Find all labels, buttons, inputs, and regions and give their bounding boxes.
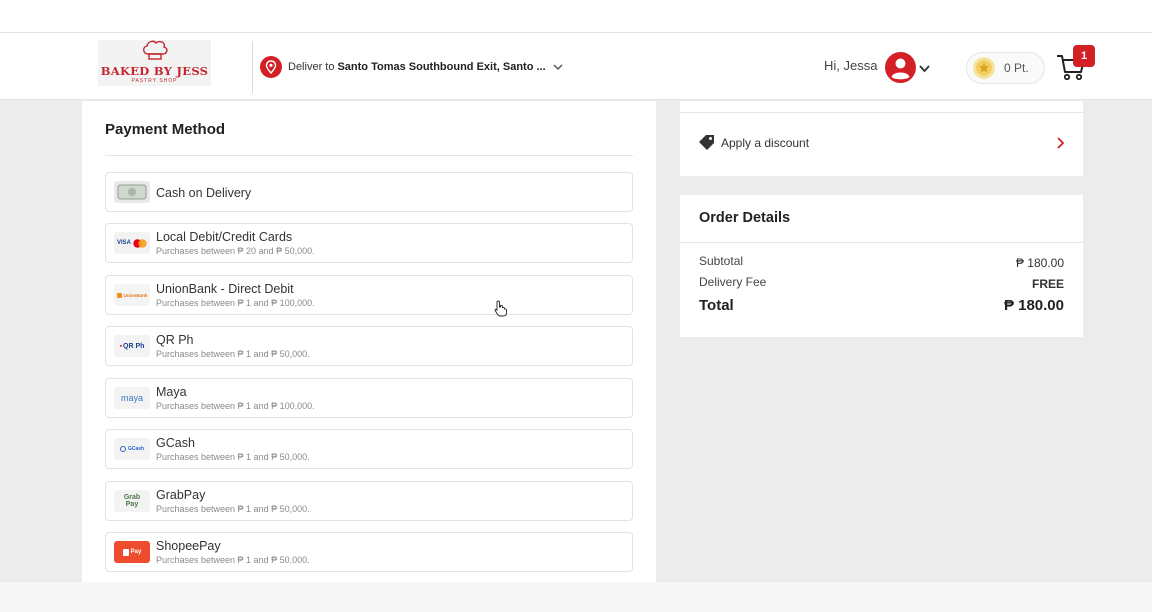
payment-option-limits: Purchases between ₱ 1 and ₱ 50,000. — [156, 349, 310, 359]
maya-logo: maya — [114, 387, 150, 409]
payment-option-limits: Purchases between ₱ 1 and ₱ 100,000. — [156, 298, 315, 308]
points-value: 0 Pt. — [1004, 61, 1029, 75]
site-header: BAKED BY JESS PASTRY SHOP Deliver to San… — [0, 33, 1152, 100]
hand-cursor-icon — [494, 300, 507, 317]
chef-hat-icon — [143, 40, 168, 60]
discount-divider — [680, 112, 1083, 113]
cart-count-badge: 1 — [1073, 45, 1095, 67]
logo-title: BAKED BY JESS — [100, 64, 209, 78]
qr-ph-logo-text: QR Ph — [123, 342, 145, 350]
deliver-prefix: Deliver to — [288, 61, 335, 73]
payment-option-name: Maya — [156, 385, 187, 399]
payment-option-gcash[interactable]: GCash GCash Purchases between ₱ 1 and ₱ … — [105, 429, 633, 469]
payment-option-grabpay[interactable]: Grab Pay GrabPay Purchases between ₱ 1 a… — [105, 481, 633, 521]
payment-option-limits: Purchases between ₱ 1 and ₱ 100,000. — [156, 401, 315, 411]
section-divider — [105, 155, 633, 156]
user-greeting: Hi, Jessa — [824, 58, 878, 73]
gcash-logo: GCash — [114, 438, 150, 460]
avatar-icon[interactable] — [885, 52, 916, 83]
browser-top-strip — [0, 0, 1152, 33]
apply-discount-label: Apply a discount — [721, 136, 810, 150]
payment-option-name: QR Ph — [156, 333, 194, 347]
payment-option-name: Local Debit/Credit Cards — [156, 230, 293, 244]
subtotal-label: Subtotal — [699, 254, 744, 268]
header-divider — [252, 41, 253, 93]
location-pin-icon — [260, 56, 282, 78]
account-chevron-down-icon[interactable] — [918, 62, 931, 75]
payment-option-local-cards[interactable]: VISA Local Debit/Credit Cards Purchases … — [105, 223, 633, 263]
visa-mastercard-logo: VISA — [114, 232, 150, 254]
subtotal-value: ₱ 180.00 — [1015, 256, 1064, 270]
qr-ph-logo: ▪ QR Ph — [114, 335, 150, 357]
order-details-card: Order Details Subtotal ₱ 180.00 Delivery… — [680, 195, 1083, 337]
payment-option-limits: Purchases between ₱ 1 and ₱ 50,000. — [156, 452, 310, 462]
discount-card[interactable]: Apply a discount — [680, 101, 1083, 176]
visa-logo-text: VISA — [116, 240, 131, 246]
points-badge[interactable]: 0 Pt. — [966, 52, 1045, 84]
order-divider — [680, 242, 1083, 243]
star-coin-icon — [973, 57, 995, 79]
payment-option-qr-ph[interactable]: ▪ QR Ph QR Ph Purchases between ₱ 1 and ₱… — [105, 326, 633, 366]
shopeepay-logo-text: Pay — [130, 549, 142, 555]
payment-option-maya[interactable]: maya Maya Purchases between ₱ 1 and ₱ 10… — [105, 378, 633, 418]
payment-method-title: Payment Method — [105, 121, 226, 138]
unionbank-logo: UnionBank — [114, 284, 150, 306]
delivery-fee-label: Delivery Fee — [699, 275, 767, 289]
order-details-title: Order Details — [699, 210, 791, 226]
chevron-right-icon[interactable] — [1053, 136, 1067, 150]
payment-option-name: Cash on Delivery — [156, 186, 252, 200]
total-value: ₱ 180.00 — [1003, 297, 1064, 314]
total-label: Total — [699, 297, 734, 314]
grabpay-logo: Grab Pay — [114, 490, 150, 512]
payment-option-name: UnionBank - Direct Debit — [156, 282, 294, 296]
payment-option-limits: Purchases between ₱ 20 and ₱ 50,000. — [156, 246, 315, 256]
deliver-address: Santo Tomas Southbound Exit, Santo ... — [337, 61, 546, 73]
delivery-address-selector[interactable]: Deliver to Santo Tomas Southbound Exit, … — [260, 55, 564, 79]
payment-option-shopeepay[interactable]: Pay ShopeePay Purchases between ₱ 1 and … — [105, 532, 633, 572]
chevron-down-icon — [553, 64, 563, 71]
payment-option-name: ShopeePay — [156, 539, 221, 553]
brand-logo[interactable]: BAKED BY JESS PASTRY SHOP — [98, 40, 211, 86]
payment-option-unionbank[interactable]: UnionBank UnionBank - Direct Debit Purch… — [105, 275, 633, 315]
shopeepay-logo: Pay — [114, 541, 150, 563]
tag-icon — [699, 135, 714, 150]
cash-icon — [114, 181, 150, 203]
payment-option-limits: Purchases between ₱ 1 and ₱ 50,000. — [156, 555, 310, 565]
payment-option-limits: Purchases between ₱ 1 and ₱ 50,000. — [156, 504, 310, 514]
delivery-fee-value: FREE — [1031, 277, 1064, 291]
payment-option-cash-on-delivery[interactable]: Cash on Delivery — [105, 172, 633, 212]
payment-option-name: GCash — [156, 436, 195, 450]
page-bottom-strip — [0, 582, 1152, 612]
payment-option-name: GrabPay — [156, 488, 206, 502]
gcash-logo-text: GCash — [127, 446, 145, 452]
unionbank-logo-text: UnionBank — [123, 292, 148, 298]
payment-method-panel: Payment Method Cash on Delivery VISA Loc… — [82, 101, 656, 582]
logo-subtitle: PASTRY SHOP — [131, 78, 178, 84]
